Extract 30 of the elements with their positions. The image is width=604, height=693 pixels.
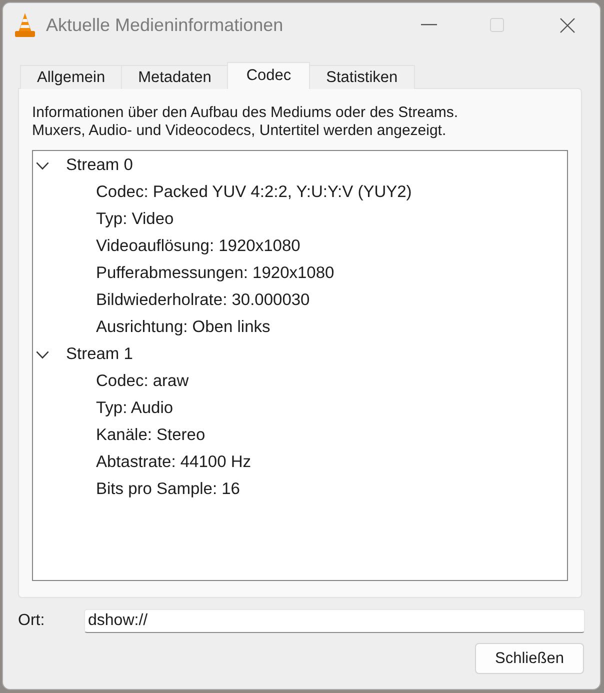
tree-item[interactable]: Bits pro Sample: 16 [96,480,240,499]
tree-item[interactable]: Typ: Video [96,210,174,229]
tree-item[interactable]: Ausrichtung: Oben links [96,318,270,337]
close-icon [560,18,575,32]
tree-item[interactable]: Stream 1 [66,345,133,364]
tree-item[interactable]: Abtastrate: 44100 Hz [96,453,252,472]
minimize-button[interactable] [421,24,437,26]
minimize-icon [421,24,437,26]
window-close-button[interactable] [560,18,575,32]
tab[interactable]: Metadaten [121,65,228,89]
chevron-down-icon[interactable] [36,350,49,358]
tree-item[interactable]: Kanäle: Stereo [96,426,206,445]
maximize-icon [490,18,504,32]
chevron-down-icon[interactable] [36,162,49,170]
tree-item[interactable]: Pufferabmessungen: 1920x1080 [96,264,334,283]
description-text: Informationen über den Aufbau des Mediums oder des Streams. Muxers, Audio- und Videocodecs, Untertitel werden angezeigt. [32,104,460,140]
location-label: Ort: [18,612,46,630]
tree-item[interactable]: Stream 0 [66,156,133,175]
tree-item[interactable]: Videoauflösung: 1920x1080 [96,237,300,256]
window-title: Aktuelle Medieninformationen [46,14,284,36]
tree-item[interactable]: Typ: Audio [96,399,174,418]
tree-item[interactable]: Bildwiederholrate: 30.000030 [96,291,310,310]
traffic-cone-icon [15,13,35,37]
tree-item[interactable]: Codec: araw [96,372,189,391]
tab[interactable]: Allgemein [20,65,122,89]
location-field[interactable]: dshow:// [84,609,585,633]
close-dialog-button[interactable]: Schließen [475,643,584,674]
tree-item[interactable]: Codec: Packed YUV 4:2:2, Y:U:Y:V (YUY2) [96,183,412,202]
tab[interactable]: Statistiken [309,65,415,89]
tab[interactable]: Codec [227,62,310,89]
